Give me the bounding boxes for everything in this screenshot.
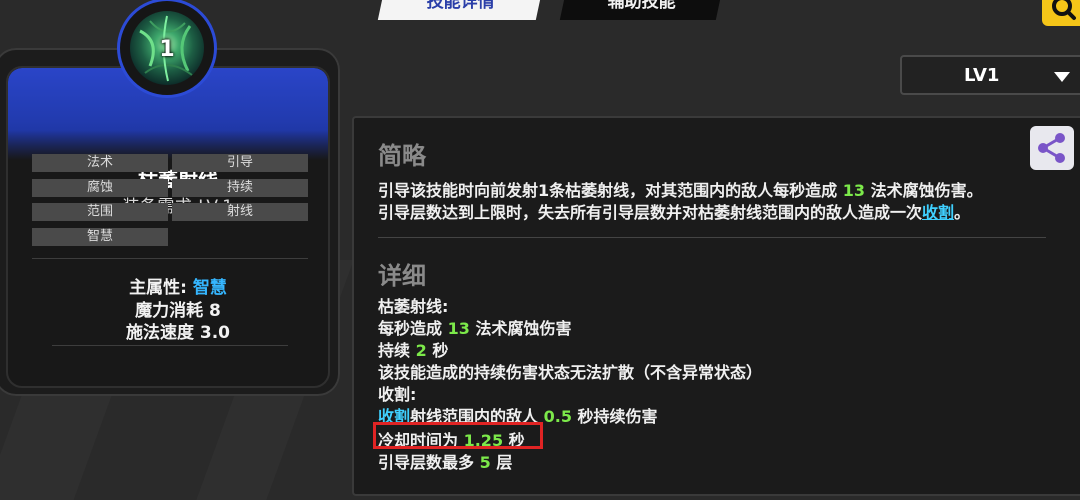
summary-line-2-suffix: 。 [954, 203, 971, 222]
cooldown-highlight-box [373, 422, 543, 449]
skill-card: 枯萎射线 装备需求 LV.1 法术 引导 腐蚀 持续 范围 射线 智慧 主属性:… [6, 66, 330, 388]
skill-level-badge: 1 [159, 37, 175, 62]
tag-spell: 法术 [32, 154, 168, 172]
level-select-value: LV1 [964, 65, 1000, 86]
share-icon [1038, 133, 1065, 163]
detail-title: 详细 [378, 262, 426, 290]
panel-divider [378, 237, 1046, 238]
tab-skill-details[interactable]: 技能详情 [377, 0, 543, 20]
search-icon [1052, 0, 1076, 20]
detail-line-8-suffix: 层 [496, 453, 513, 472]
summary-line-1-suffix: 法术腐蚀伤害。 [870, 181, 983, 200]
card-bottom-divider [52, 345, 288, 346]
summary-damage-number: 13 [842, 181, 865, 200]
tab-support-skills[interactable]: 辅助技能 [559, 0, 723, 20]
cast-speed: 施法速度 3.0 [125, 323, 231, 343]
detail-line-3-text: 持续 [378, 341, 411, 360]
card-divider [32, 258, 308, 259]
summary-line-1: 引导该技能时向前发射1条枯萎射线，对其范围内的敌人每秒造成 13 法术腐蚀伤害。 [378, 177, 983, 201]
chevron-down-icon [1054, 72, 1070, 82]
tag-area: 范围 [32, 203, 168, 221]
summary-title: 简略 [378, 142, 426, 170]
harvest-keyword-link[interactable]: 收割 [922, 203, 954, 222]
level-select[interactable]: LV1 [900, 55, 1080, 95]
detail-line-2: 每秒造成 13 法术腐蚀伤害 [378, 315, 571, 339]
tag-erosion: 腐蚀 [32, 179, 168, 197]
detail-duration-number: 2 [415, 341, 427, 360]
main-attribute-value: 智慧 [192, 278, 227, 298]
skill-icon-frame: 1 [117, 0, 217, 98]
share-button[interactable] [1030, 126, 1074, 170]
tag-sustained: 持续 [172, 179, 308, 197]
tag-beam: 射线 [172, 203, 308, 221]
detail-line-4: 该技能造成的持续伤害状态无法扩散（不含异常状态） [378, 363, 763, 382]
skill-icon: 1 [130, 11, 204, 85]
tag-channel: 引导 [172, 154, 308, 172]
detail-line-2-suffix: 法术腐蚀伤害 [475, 319, 572, 338]
detail-line-8: 引导层数最多 5 层 [378, 449, 512, 473]
detail-line-3-suffix: 秒 [432, 341, 449, 360]
detail-line-5: 收割: [378, 385, 417, 404]
detail-line-2-text: 每秒造成 [378, 319, 443, 338]
detail-harvest-number: 0.5 [543, 407, 572, 426]
detail-stack-number: 5 [479, 453, 491, 472]
main-attribute-label: 主属性: [129, 278, 187, 298]
tab-support-skills-label: 辅助技能 [607, 0, 676, 12]
detail-line-8-text: 引导层数最多 [378, 453, 475, 472]
detail-damage-number: 13 [447, 319, 470, 338]
detail-line-3: 持续 2 秒 [378, 337, 448, 361]
tab-skill-details-label: 技能详情 [426, 0, 495, 12]
tag-intelligence: 智慧 [32, 228, 168, 246]
search-button[interactable] [1042, 0, 1080, 26]
summary-line-2: 引导层数达到上限时，失去所有引导层数并对枯萎射线范围内的敌人造成一次收割。 [378, 199, 970, 223]
detail-line-6-suffix: 秒持续伤害 [577, 407, 658, 426]
summary-line-1-text: 引导该技能时向前发射1条枯萎射线，对其范围内的敌人每秒造成 [378, 181, 838, 200]
detail-line-1: 枯萎射线: [378, 297, 449, 316]
main-attribute: 主属性: 智慧 [8, 273, 328, 298]
summary-line-2-text: 引导层数达到上限时，失去所有引导层数并对枯萎射线范围内的敌人造成一次 [378, 203, 923, 222]
